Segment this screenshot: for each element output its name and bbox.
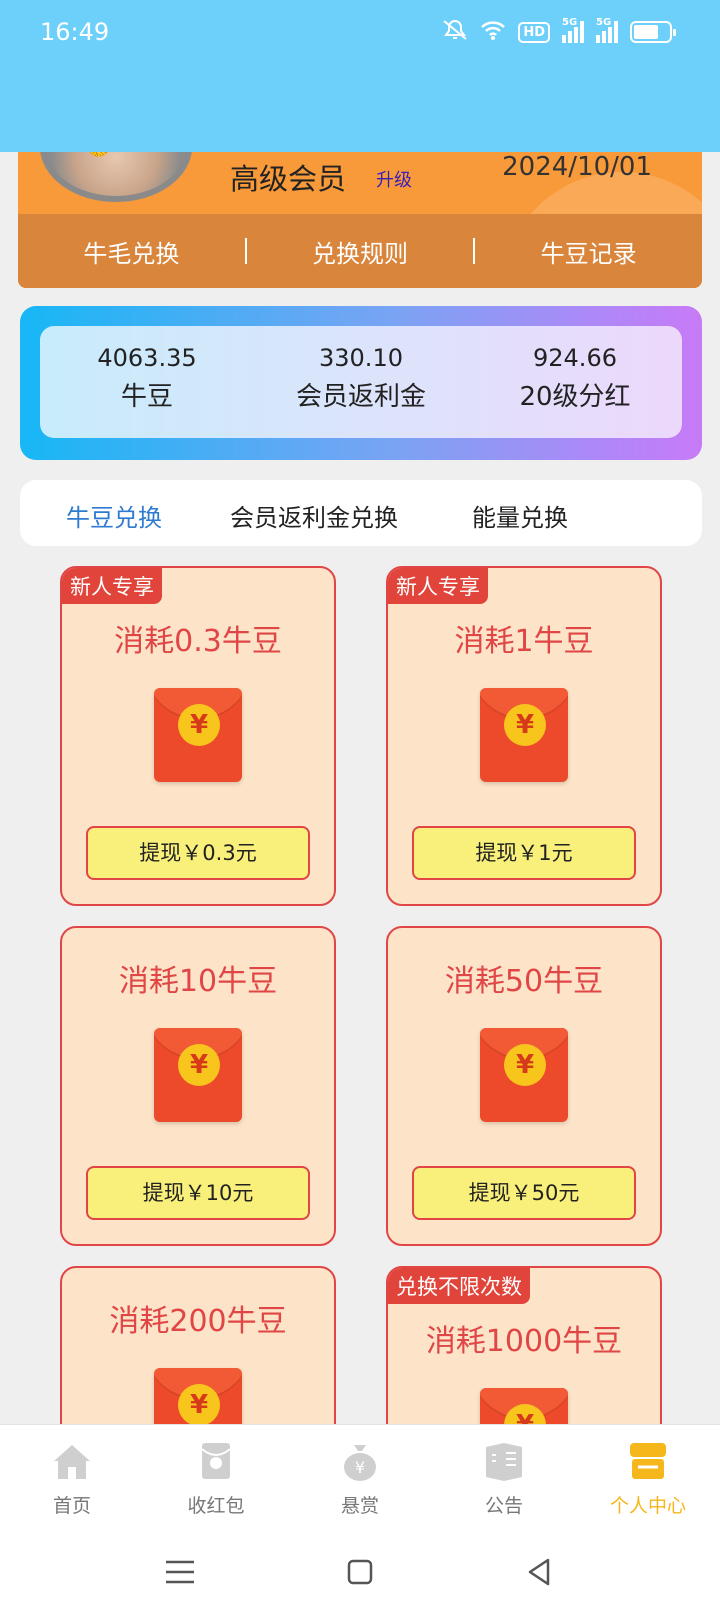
nav-wool-exchange[interactable]: 牛毛兑换 [18,234,245,269]
back-icon[interactable] [520,1552,560,1592]
personal-center-icon [630,1443,666,1479]
stat-label: 牛豆 [120,382,173,412]
red-envelope-icon: ¥ [480,688,568,782]
nav-red-envelope[interactable]: 收红包 [144,1425,288,1534]
stats-inner: 4063.35 牛豆 330.10 会员返利金 924.66 20级分红 [40,326,682,438]
svg-text:¥: ¥ [355,1458,365,1477]
stat-value: 924.66 [533,344,617,372]
exchange-card[interactable]: 消耗50牛豆 ¥ 提现￥50元 [386,926,662,1246]
card-title: 消耗200牛豆 [109,1304,287,1339]
wifi-icon [480,19,506,45]
stat-beans: 4063.35 牛豆 [40,326,254,438]
card-title: 消耗50牛豆 [444,964,604,999]
red-envelope-icon [201,1443,231,1479]
exchange-card[interactable]: 新人专享 消耗1牛豆 ¥ 提现￥1元 [386,566,662,906]
menu-icon[interactable] [160,1552,200,1592]
nav-label: 收红包 [187,1495,245,1517]
stat-label: 会员返利金 [295,382,426,412]
card-title: 消耗0.3牛豆 [114,624,282,659]
exchange-tabs: 牛豆兑换 会员返利金兑换 能量兑换 [20,480,702,546]
card-title: 消耗1牛豆 [454,624,594,659]
status-icons: HD 5G 5G [442,17,676,46]
status-time: 16:49 [40,18,110,46]
yuan-coin-icon: ¥ [178,1044,220,1086]
stat-value: 330.10 [319,344,403,372]
nav-personal-center[interactable]: 个人中心 [576,1425,720,1534]
tab-energy-exchange[interactable]: 能量兑换 [472,498,568,533]
card-tag: 新人专享 [388,568,488,604]
red-envelope-icon: ¥ [154,1028,242,1122]
stat-label: 20级分红 [519,382,631,412]
member-level: 高级会员 [230,162,347,196]
tab-bean-exchange[interactable]: 牛豆兑换 [66,498,162,533]
withdraw-button[interactable]: 提现￥50元 [412,1166,636,1220]
stat-rebate: 330.10 会员返利金 [254,326,468,438]
mute-icon [442,19,468,46]
red-envelope-icon: ¥ [154,688,242,782]
nav-bean-records[interactable]: 牛豆记录 [475,234,702,269]
signal-icon-1: 5G [562,17,584,43]
yuan-coin-icon: ¥ [504,704,546,746]
system-nav [0,1534,720,1612]
member-nav: 牛毛兑换 兑换规则 牛豆记录 [18,214,702,288]
money-bag-icon: ¥ [344,1445,376,1481]
exchange-card[interactable]: 消耗10牛豆 ¥ 提现￥10元 [60,926,336,1246]
card-title: 消耗1000牛豆 [425,1324,623,1359]
tab-rebate-exchange[interactable]: 会员返利金兑换 [230,498,398,533]
nav-label: 首页 [52,1495,91,1517]
member-card: 🤝 高级会员 升级 2024/10/01 牛毛兑换 兑换规则 牛豆记录 [18,152,702,288]
withdraw-button[interactable]: 提现￥1元 [412,826,636,880]
announcement-icon [486,1443,522,1481]
withdraw-button[interactable]: 提现￥10元 [86,1166,310,1220]
signal-icon-2: 5G [596,17,618,43]
withdraw-button[interactable]: 提现￥0.3元 [86,826,310,880]
yuan-coin-icon: ¥ [178,704,220,746]
nav-bounty[interactable]: ¥ 悬赏 [288,1425,432,1534]
battery-icon [630,21,676,43]
nav-label: 悬赏 [340,1495,379,1517]
bottom-nav: 首页 收红包 ¥ 悬赏 公告 个人中心 [0,1424,720,1534]
stat-value: 4063.35 [97,344,197,372]
header-bar: 16:49 HD 5G 5G [0,0,720,152]
nav-exchange-rules[interactable]: 兑换规则 [247,234,474,269]
nav-label: 公告 [484,1495,523,1517]
stat-dividend: 924.66 20级分红 [468,326,682,438]
upgrade-link[interactable]: 升级 [376,166,412,192]
card-title: 消耗10牛豆 [118,964,278,999]
home-icon [54,1445,90,1479]
yuan-coin-icon: ¥ [504,1044,546,1086]
red-envelope-icon: ¥ [480,1028,568,1122]
stats-panel: 4063.35 牛豆 330.10 会员返利金 924.66 20级分红 [20,306,702,460]
nav-announcement[interactable]: 公告 [432,1425,576,1534]
exchange-card[interactable]: 新人专享 消耗0.3牛豆 ¥ 提现￥0.3元 [60,566,336,906]
nav-label: 个人中心 [609,1495,686,1517]
hd-badge: HD [518,21,550,43]
handshake-icon: 🤝 [84,152,114,162]
yuan-coin-icon: ¥ [178,1384,220,1426]
home-square-icon[interactable] [340,1552,380,1592]
member-date: 2024/10/01 [502,152,652,182]
nav-home[interactable]: 首页 [0,1425,144,1534]
avatar[interactable]: 🤝 [40,152,192,202]
card-tag: 新人专享 [62,568,162,604]
card-tag: 兑换不限次数 [388,1268,530,1304]
